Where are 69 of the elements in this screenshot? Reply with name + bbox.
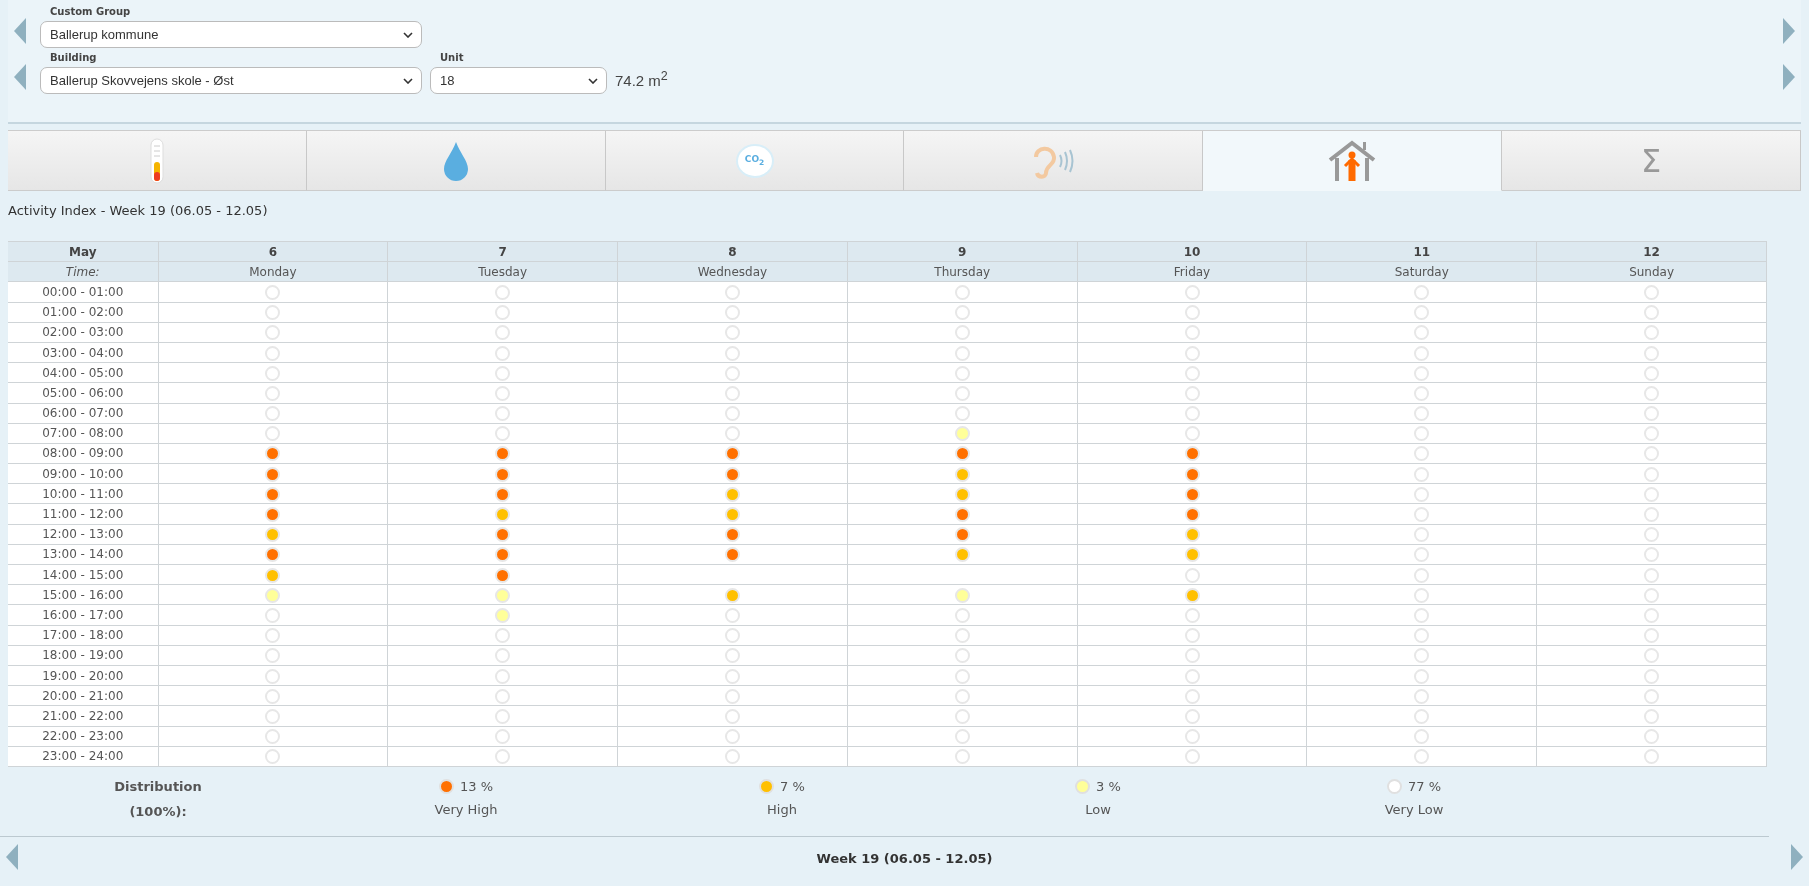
time-cell: 22:00 - 23:00: [8, 726, 158, 747]
time-cell: 15:00 - 16:00: [8, 584, 158, 605]
date-header: 12: [1536, 241, 1767, 262]
legend-label: Very Low: [1384, 801, 1444, 817]
field-label: Building: [49, 52, 98, 63]
percent-value: 7 %: [780, 778, 805, 794]
date-header: 11: [1306, 241, 1537, 262]
date-header: 8: [617, 241, 848, 262]
time-cell: 03:00 - 04:00: [8, 342, 158, 363]
time-header: Time:: [8, 261, 158, 282]
time-cell: 14:00 - 15:00: [8, 564, 158, 585]
time-cell: 19:00 - 20:00: [8, 665, 158, 686]
previous-arrow-icon[interactable]: [14, 18, 26, 44]
person-in-house-icon: [1327, 139, 1378, 182]
time-cell: 00:00 - 01:00: [8, 281, 158, 303]
next-arrow-icon[interactable]: [1791, 843, 1803, 870]
date-header: 9: [847, 241, 1078, 262]
time-cell: 11:00 - 12:00: [8, 503, 158, 525]
custom-group-dropdown[interactable]: Ballerup kommune: [40, 21, 422, 48]
tab[interactable]: [1203, 131, 1503, 191]
previous-arrow-icon[interactable]: [14, 64, 26, 90]
week-label: Week 19 (06.05 - 12.05): [816, 851, 993, 867]
percent-value: 13 %: [460, 778, 493, 794]
date-header: 7: [387, 241, 618, 262]
field-label: Unit: [439, 52, 465, 63]
thermometer-icon: [148, 137, 165, 184]
time-cell: 21:00 - 22:00: [8, 705, 158, 726]
next-arrow-icon[interactable]: [1783, 64, 1795, 90]
date-header: 6: [158, 241, 388, 262]
next-arrow-icon[interactable]: [1783, 18, 1795, 44]
legend-label: Low: [1085, 801, 1111, 817]
time-cell: 17:00 - 18:00: [8, 625, 158, 646]
time-cell: 12:00 - 13:00: [8, 524, 158, 545]
time-cell: 23:00 - 24:00: [8, 746, 158, 767]
time-cell: 06:00 - 07:00: [8, 403, 158, 424]
time-cell: 01:00 - 02:00: [8, 302, 158, 323]
time-cell: 07:00 - 08:00: [8, 423, 158, 444]
time-cell: 09:00 - 10:00: [8, 463, 158, 484]
unit-dropdown[interactable]: 18: [430, 67, 607, 94]
time-cell: 13:00 - 14:00: [8, 544, 158, 565]
distribution-total: (100%):: [129, 803, 187, 819]
distribution-label: Distribution: [114, 778, 202, 794]
percent-value: 77 %: [1408, 778, 1441, 794]
time-cell: 20:00 - 21:00: [8, 685, 158, 706]
legend-label: High: [767, 801, 797, 817]
time-cell: 18:00 - 19:00: [8, 645, 158, 666]
time-cell: 05:00 - 06:00: [8, 382, 158, 403]
chevron-icon: [403, 77, 413, 84]
chevron-icon: [403, 31, 413, 38]
time-cell: 04:00 - 05:00: [8, 362, 158, 383]
time-cell: 16:00 - 17:00: [8, 604, 158, 626]
time-cell: 02:00 - 03:00: [8, 322, 158, 343]
co2-bubble-icon: CO$_{2}$: [737, 145, 772, 176]
page-title: Activity Index - Week 19 (06.05 - 12.05): [7, 202, 269, 220]
time-cell: 10:00 - 11:00: [8, 483, 158, 504]
percent-value: 3 %: [1096, 778, 1121, 794]
month-header: May: [8, 241, 158, 262]
time-cell: 08:00 - 09:00: [8, 443, 158, 464]
area-value: 74.2 m$^{2}$: [615, 69, 668, 89]
tab[interactable]: [306, 131, 606, 191]
legend-label: Very High: [434, 801, 498, 817]
water-drop-icon: [441, 140, 470, 181]
building-dropdown[interactable]: Ballerup Skovvejens skole - Øst: [40, 67, 422, 94]
previous-arrow-icon[interactable]: [6, 843, 18, 870]
tab[interactable]: [904, 131, 1204, 191]
date-header: 10: [1077, 241, 1307, 262]
field-label: Custom Group: [49, 6, 132, 17]
chevron-icon: [588, 77, 598, 84]
tab[interactable]: [8, 131, 307, 191]
